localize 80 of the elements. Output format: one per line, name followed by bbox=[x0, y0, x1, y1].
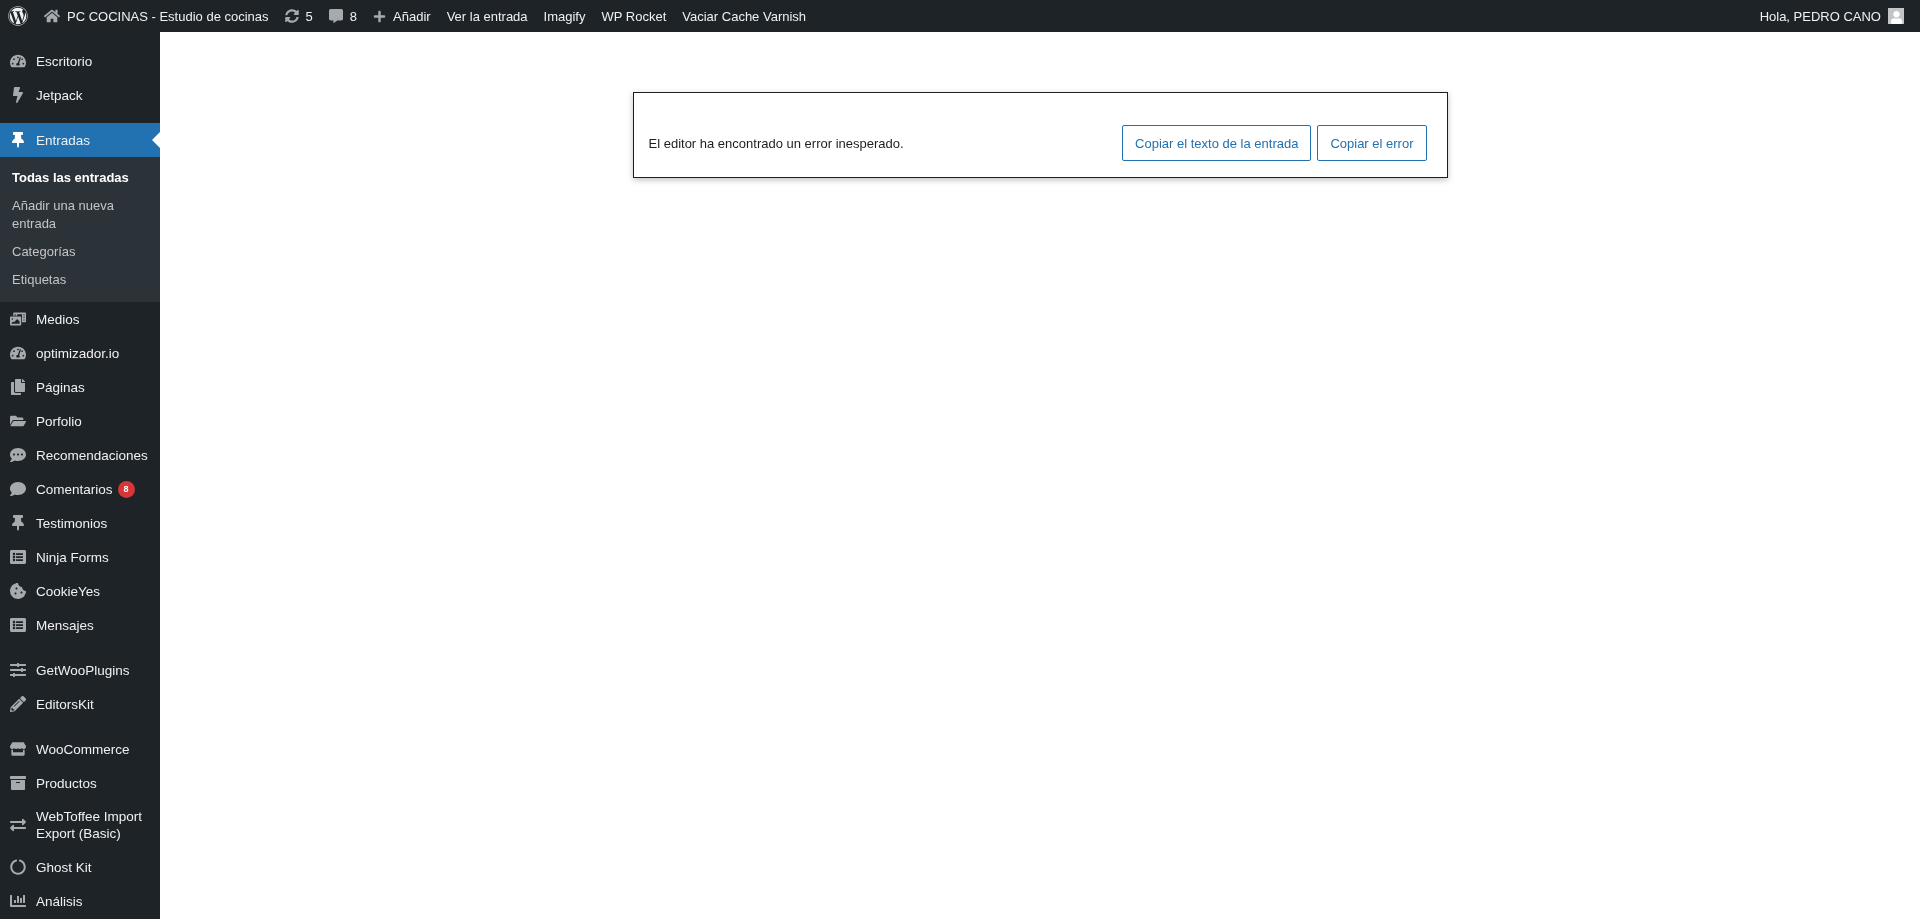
comments-link[interactable]: 8 bbox=[320, 0, 366, 32]
toolbar-link[interactable]: Ver la entrada bbox=[438, 0, 536, 32]
speech-bubble-icon bbox=[328, 9, 343, 23]
updates-link[interactable]: 5 bbox=[276, 0, 321, 32]
menu-label: Escritorio bbox=[36, 52, 93, 70]
account-link[interactable]: Hola, PEDRO CANO bbox=[1751, 0, 1912, 32]
menu-label: WebToffee Import Export (Basic) bbox=[36, 808, 144, 842]
menu-label: WooCommerce bbox=[36, 740, 130, 758]
toolbar-link[interactable]: WP Rocket bbox=[593, 0, 675, 32]
menu-item[interactable]: Páginas bbox=[0, 370, 160, 404]
submenu-item[interactable]: Categorías bbox=[0, 238, 160, 266]
gauge-icon bbox=[8, 345, 28, 361]
sliders-icon bbox=[8, 662, 28, 678]
menu-label: Recomendaciones bbox=[36, 446, 148, 464]
menu-item[interactable]: Ninja Forms bbox=[0, 540, 160, 574]
menu-label: optimizador.io bbox=[36, 344, 120, 362]
speech-bubble-icon bbox=[8, 447, 28, 463]
menu-label: Ghost Kit bbox=[36, 858, 92, 876]
menu-label: CookieYes bbox=[36, 582, 101, 600]
form-icon bbox=[8, 617, 28, 633]
menu-label: Porfolio bbox=[36, 412, 82, 430]
copy-button[interactable]: Copiar el texto de la entrada bbox=[1122, 125, 1312, 161]
menu-label: Mensajes bbox=[36, 616, 94, 634]
folder-icon bbox=[8, 413, 28, 429]
menu-item[interactable]: EditorsKit bbox=[0, 687, 160, 721]
pages-icon bbox=[8, 379, 28, 395]
toolbar-link[interactable]: Vaciar Cache Varnish bbox=[674, 0, 815, 32]
menu-item[interactable]: Productos bbox=[0, 766, 160, 800]
cookie-icon bbox=[8, 583, 28, 599]
home-icon bbox=[44, 8, 60, 24]
store-icon bbox=[8, 741, 28, 757]
arrows-icon bbox=[8, 817, 28, 833]
submenu-item[interactable]: Etiquetas bbox=[0, 266, 160, 294]
count-badge: 8 bbox=[117, 480, 135, 498]
pencil-icon bbox=[8, 696, 28, 712]
copy-button[interactable]: Copiar el error bbox=[1317, 125, 1427, 161]
menu-item[interactable]: Medios bbox=[0, 302, 160, 336]
menu-item[interactable]: Ghost Kit bbox=[0, 850, 160, 884]
menu-item[interactable]: Testimonios bbox=[0, 506, 160, 540]
menu-label: GetWooPlugins bbox=[36, 661, 130, 679]
menu-item[interactable]: WooCommerce bbox=[0, 732, 160, 766]
submenu-item[interactable]: Añadir una nueva entrada bbox=[0, 192, 160, 238]
menu-label: Productos bbox=[36, 774, 97, 792]
menu-label: Jetpack bbox=[36, 86, 83, 104]
media-icon bbox=[8, 311, 28, 327]
menu-label: Páginas bbox=[36, 378, 85, 396]
menu-item[interactable]: Jetpack bbox=[0, 78, 160, 112]
menu-item[interactable]: Entradas bbox=[0, 123, 160, 157]
submenu-item[interactable]: Todas las entradas bbox=[0, 164, 160, 192]
menu-label: Ninja Forms bbox=[36, 548, 109, 566]
archive-icon bbox=[8, 775, 28, 791]
menu-item[interactable]: GetWooPlugins bbox=[0, 653, 160, 687]
refresh-icon bbox=[284, 9, 299, 23]
menu-item[interactable]: Recomendaciones bbox=[0, 438, 160, 472]
error-message: El editor ha encontrado un error inesperado. bbox=[648, 135, 904, 151]
menu-label: Análisis bbox=[36, 892, 83, 910]
menu-item[interactable]: Mensajes bbox=[0, 608, 160, 642]
menu-item[interactable]: Análisis bbox=[0, 884, 160, 918]
ring-icon bbox=[8, 859, 28, 875]
menu-label: Medios bbox=[36, 310, 80, 328]
plus-icon bbox=[373, 9, 387, 23]
avatar-icon bbox=[1888, 8, 1904, 24]
form-icon bbox=[8, 549, 28, 565]
toolbar-link[interactable]: Imagify bbox=[535, 0, 594, 32]
menu-item[interactable]: optimizador.io bbox=[0, 336, 160, 370]
menu-item[interactable]: Comentarios 8 bbox=[0, 472, 160, 506]
new-link[interactable]: Añadir bbox=[365, 0, 439, 32]
menu-label: Entradas bbox=[36, 131, 91, 149]
menu-item[interactable]: WebToffee Import Export (Basic) bbox=[0, 800, 160, 850]
gauge-icon bbox=[8, 53, 28, 69]
menu-item[interactable]: Porfolio bbox=[0, 404, 160, 438]
menu-item[interactable]: CookieYes bbox=[0, 574, 160, 608]
bar-chart-icon bbox=[8, 893, 28, 909]
site-name-link[interactable]: PC COCINAS - Estudio de cocinas bbox=[36, 0, 277, 32]
menu-label: EditorsKit bbox=[36, 695, 94, 713]
menu-label: Testimonios bbox=[36, 514, 108, 532]
current-arrow-icon bbox=[152, 132, 160, 148]
speech-bubble-icon bbox=[8, 481, 28, 497]
menu-label: Comentarios bbox=[36, 480, 113, 498]
menu-item[interactable]: Escritorio bbox=[0, 44, 160, 78]
